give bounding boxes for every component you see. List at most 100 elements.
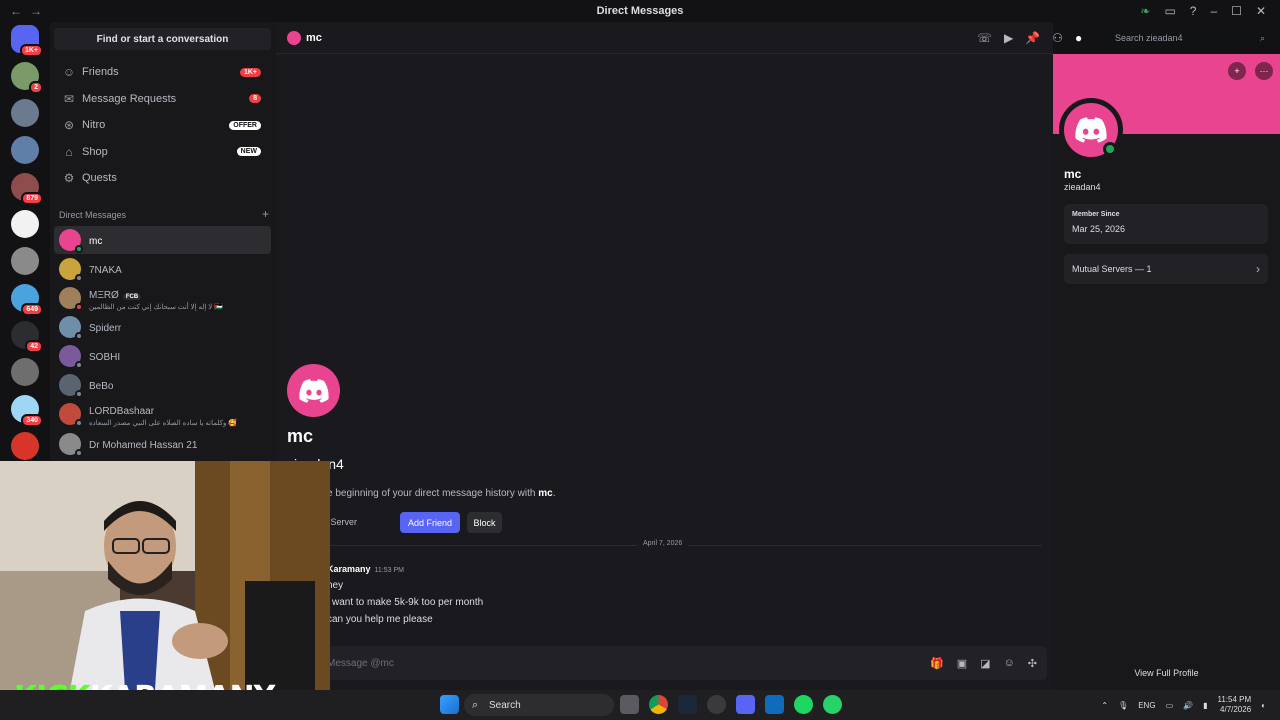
dm-name-row: Spiderr (89, 318, 121, 336)
dm-name: Spiderr (89, 323, 122, 334)
sidebar-item-nitro[interactable]: ⊛ Nitro OFFER (54, 113, 271, 137)
emoji-icon[interactable]: ☺ (1004, 657, 1015, 670)
add-friends-to-dm-icon[interactable]: ⚇ (1052, 31, 1063, 45)
tray-overflow-icon[interactable]: ⌃ (1101, 701, 1108, 710)
network-icon[interactable]: ▭ (1166, 701, 1174, 710)
message-line: i want to make 5k-9k too per month (327, 597, 484, 608)
message-composer[interactable]: Message @mc 🎁 ▣ ◪ ☺ ✣ (287, 646, 1047, 680)
dm-item[interactable]: MΞRØ FCB لا إله إلا أنت سبحانك إني كنت من … (54, 284, 271, 312)
forward-icon[interactable]: → (30, 4, 42, 18)
dm-name: LORDBashaar (89, 406, 155, 417)
dm-item[interactable]: mc (54, 226, 271, 254)
server-icon[interactable] (11, 210, 39, 238)
server-icon[interactable]: 340 (11, 395, 43, 427)
user-profile-toggle-icon[interactable]: ● (1075, 31, 1082, 45)
message-author[interactable]: Karamany 11:53 PM (327, 564, 404, 574)
server-icon[interactable]: 649 (11, 284, 43, 316)
status-indicator (75, 361, 83, 369)
gif-icon[interactable]: ▣ (957, 657, 967, 670)
chat-search-input[interactable]: Search zieadan4 ⌕ (1110, 29, 1271, 47)
obs-icon[interactable] (707, 695, 726, 714)
block-button[interactable]: Block (467, 512, 502, 533)
avatar (59, 403, 83, 427)
language-indicator[interactable]: ENG (1138, 701, 1155, 710)
steam-icon[interactable] (678, 695, 697, 714)
mutual-servers-row[interactable]: Mutual Servers — 1 › (1064, 254, 1268, 284)
voice-call-icon[interactable]: ☏ (977, 31, 992, 45)
status-indicator (75, 303, 83, 311)
message-author-name[interactable]: Karamany (327, 564, 371, 574)
server-icon[interactable]: 42 (11, 321, 43, 353)
inbox-icon[interactable]: ▭ (1164, 4, 1175, 18)
dm-name-row: LORDBashaar (89, 401, 237, 419)
discord-logo-icon (298, 378, 329, 403)
server-icon[interactable] (11, 247, 39, 275)
message-timestamp: 11:53 PM (374, 567, 404, 574)
dm-item[interactable]: Spiderr (54, 313, 271, 341)
member-since-card: Member Since Mar 25, 2026 (1064, 204, 1268, 244)
dm-section-header: Direct Messages + (59, 208, 269, 220)
task-view-icon[interactable] (620, 695, 639, 714)
profile-username[interactable]: zieadan4 (1064, 182, 1101, 192)
sidebar-item-quests[interactable]: ⚙ Quests (54, 166, 271, 190)
whatsapp-icon[interactable] (823, 695, 842, 714)
add-friend-icon[interactable]: + (1228, 62, 1246, 80)
view-full-profile-link[interactable]: View Full Profile (1053, 668, 1280, 678)
sidebar-item-friends[interactable]: ☺ Friends 1K+ (54, 60, 271, 84)
sticker-icon[interactable]: ◪ (980, 657, 990, 670)
taskbar-clock[interactable]: 11:54 PM 4/7/2026 (1218, 695, 1252, 715)
dm-name-row: SOBHI (89, 347, 120, 365)
dm-item[interactable]: SOBHI (54, 342, 271, 370)
start-icon[interactable] (440, 695, 459, 714)
member-since-date: Mar 25, 2026 (1072, 224, 1126, 234)
sidebar-item-shop[interactable]: ⌂ Shop NEW (54, 140, 271, 164)
chevron-right-icon: › (1256, 262, 1260, 276)
pinned-messages-icon[interactable]: 📌 (1025, 31, 1040, 45)
close-icon[interactable]: ✕ (1256, 4, 1266, 18)
sidebar-item-message-requests[interactable]: ✉ Message Requests 8 (54, 87, 271, 111)
server-icon[interactable] (11, 99, 39, 127)
apps-icon[interactable]: ✣ (1028, 657, 1037, 670)
dm-item[interactable]: 7NAKA (54, 255, 271, 283)
nitro-leaf-icon[interactable]: ❧ (1140, 4, 1150, 18)
server-icon[interactable] (11, 358, 39, 386)
server-badge: 879 (21, 192, 43, 205)
spotify-icon[interactable] (794, 695, 813, 714)
add-friend-button[interactable]: Add Friend (400, 512, 460, 533)
gift-icon[interactable]: 🎁 (930, 657, 944, 670)
create-dm-icon[interactable]: + (262, 208, 269, 220)
sidebar-item-label: Shop (82, 145, 108, 158)
dm-item[interactable]: Dr Mohamed Hassan 21 (54, 430, 271, 458)
server-badge: 2 (29, 81, 43, 94)
minimize-icon[interactable]: – (1210, 4, 1217, 18)
help-icon[interactable]: ? (1190, 4, 1197, 18)
maximize-icon[interactable]: ☐ (1231, 4, 1242, 18)
friends-icon: ☺ (62, 65, 76, 79)
video-call-icon[interactable]: ▶ (1004, 31, 1013, 45)
server-icon[interactable] (11, 432, 39, 460)
discord-taskbar-icon[interactable] (736, 695, 755, 714)
more-options-icon[interactable]: ··· (1255, 62, 1273, 80)
volume-icon[interactable]: 🔊 (1183, 701, 1193, 710)
mail-app-icon[interactable] (765, 695, 784, 714)
sidebar-item-label: Message Requests (82, 92, 177, 105)
server-icon[interactable]: 879 (11, 173, 43, 205)
status-indicator (75, 245, 83, 253)
server-icon[interactable]: 2 (11, 62, 43, 94)
back-icon[interactable]: ← (10, 4, 22, 18)
system-tray: ⌃ 🎙 ENG ▭ 🔊 ▮ 11:54 PM 4/7/2026 ◐ (1101, 690, 1266, 720)
notifications-icon[interactable]: ◐ (1261, 701, 1266, 710)
server-icon[interactable] (11, 136, 39, 164)
dm-text: LORDBashaar وكلماته يا ساده الصلاه على ال… (89, 401, 237, 427)
microphone-icon[interactable]: 🎙 (1118, 701, 1128, 710)
battery-icon[interactable]: ▮ (1203, 701, 1207, 710)
home-button[interactable]: 1K+ (11, 25, 43, 57)
find-conversation-button[interactable]: Find or start a conversation (54, 28, 271, 50)
taskbar-search[interactable]: ⌕ Search (464, 694, 614, 716)
composer-placeholder[interactable]: Message @mc (327, 658, 394, 669)
chrome-icon[interactable] (649, 695, 668, 714)
dm-item[interactable]: BeBo (54, 371, 271, 399)
chat-area: mc mc zieadan4 This is the beginning of … (276, 22, 1053, 690)
sidebar-item-label: Friends (82, 66, 119, 78)
dm-item[interactable]: LORDBashaar وكلماته يا ساده الصلاه على ال… (54, 400, 271, 428)
